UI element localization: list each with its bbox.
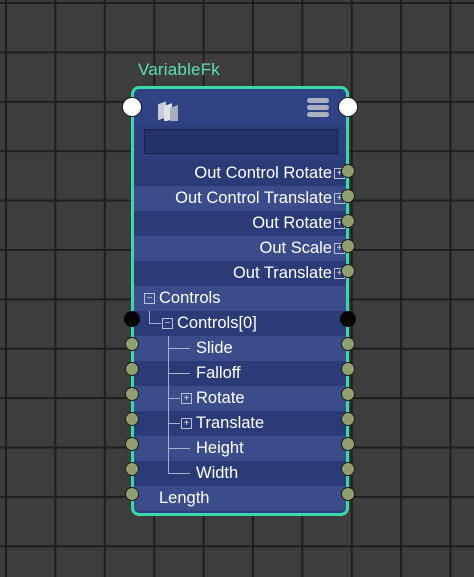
- attr-row-rotate[interactable]: + Rotate: [134, 386, 346, 411]
- tree-line: [168, 373, 190, 374]
- attr-label: Translate: [196, 414, 265, 432]
- attr-label: Length: [159, 489, 210, 507]
- attr-label: Out Control Translate: [175, 189, 332, 207]
- tree-line: [168, 398, 180, 399]
- port-in-controls-0[interactable]: [124, 311, 140, 327]
- port-in-falloff[interactable]: [125, 362, 139, 376]
- attr-row-falloff[interactable]: Falloff: [134, 361, 346, 386]
- attr-row-out-control-rotate[interactable]: Out Control Rotate +: [134, 161, 346, 186]
- attr-row-slide[interactable]: Slide: [134, 336, 346, 361]
- port-out-rotate[interactable]: [341, 214, 355, 228]
- port-out-translate[interactable]: [341, 264, 355, 278]
- attr-label: Falloff: [196, 364, 241, 382]
- port-in-rotate[interactable]: [125, 387, 139, 401]
- attr-row-out-translate[interactable]: Out Translate +: [134, 261, 346, 286]
- port-in-width[interactable]: [125, 462, 139, 476]
- tree-line: [168, 473, 190, 474]
- attr-label: Out Scale: [259, 239, 332, 257]
- attr-row-controls-0[interactable]: − Controls[0]: [134, 311, 346, 336]
- attr-row-out-control-translate[interactable]: Out Control Translate +: [134, 186, 346, 211]
- expand-plus-icon[interactable]: +: [181, 418, 192, 429]
- port-out-translate-attr[interactable]: [341, 412, 355, 426]
- port-out-falloff[interactable]: [341, 362, 355, 376]
- port-out-width[interactable]: [341, 462, 355, 476]
- node-body[interactable]: Out Control Rotate + Out Control Transla…: [131, 86, 349, 516]
- collapse-minus-icon[interactable]: −: [144, 293, 155, 304]
- tree-line: [149, 323, 161, 324]
- port-out-scale[interactable]: [341, 239, 355, 253]
- port-in-slide[interactable]: [125, 337, 139, 351]
- expand-plus-icon[interactable]: +: [181, 393, 192, 404]
- attr-label: Out Rotate: [252, 214, 332, 232]
- port-out-control-translate[interactable]: [341, 189, 355, 203]
- attr-label: Rotate: [196, 389, 245, 407]
- attr-row-translate[interactable]: + Translate: [134, 411, 346, 436]
- port-out-height[interactable]: [341, 437, 355, 451]
- collapse-minus-icon[interactable]: −: [162, 318, 173, 329]
- tree-line: [168, 348, 190, 349]
- port-in-length[interactable]: [125, 487, 139, 501]
- attr-row-height[interactable]: Height: [134, 436, 346, 461]
- port-out-rotate-attr[interactable]: [341, 387, 355, 401]
- tree-line: [168, 448, 190, 449]
- node-output-port[interactable]: [338, 97, 358, 117]
- node-name-field[interactable]: [144, 129, 338, 154]
- attr-row-length[interactable]: Length: [134, 486, 346, 511]
- port-out-control-rotate[interactable]: [341, 164, 355, 178]
- node-title[interactable]: VariableFk: [138, 60, 220, 80]
- attr-row-out-scale[interactable]: Out Scale +: [134, 236, 346, 261]
- tree-line: [168, 423, 180, 424]
- port-out-length[interactable]: [341, 487, 355, 501]
- attr-row-out-rotate[interactable]: Out Rotate +: [134, 211, 346, 236]
- attr-label: Out Translate: [232, 264, 332, 282]
- port-in-translate[interactable]: [125, 412, 139, 426]
- port-in-height[interactable]: [125, 437, 139, 451]
- node-shader-icon: [158, 101, 178, 121]
- attr-row-controls[interactable]: − Controls: [134, 286, 346, 311]
- attr-label: Controls[0]: [177, 314, 257, 332]
- attr-label: Controls: [159, 289, 221, 307]
- attr-label: Slide: [196, 339, 233, 357]
- attr-label: Height: [196, 439, 244, 457]
- attr-label: Width: [196, 464, 239, 482]
- port-out-controls-0[interactable]: [340, 311, 356, 327]
- attr-row-width[interactable]: Width: [134, 461, 346, 486]
- attr-label: Out Control Rotate: [194, 164, 332, 182]
- node-input-port[interactable]: [122, 97, 142, 117]
- hamburger-menu-icon[interactable]: [307, 98, 329, 120]
- port-out-slide[interactable]: [341, 337, 355, 351]
- node-header[interactable]: [134, 89, 346, 125]
